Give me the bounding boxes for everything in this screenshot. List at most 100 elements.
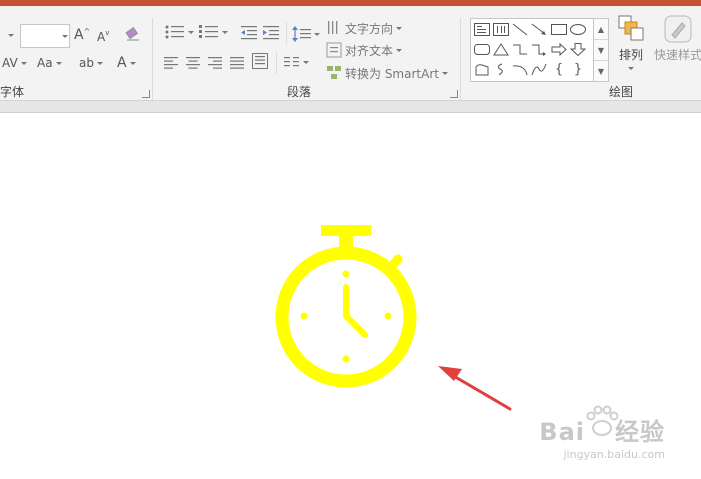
justify-button[interactable] — [230, 54, 246, 70]
oval-icon — [570, 24, 586, 35]
freeform-icon — [475, 64, 489, 76]
line-spacing-button[interactable] — [292, 24, 320, 44]
ribbon: A ^ Av AV Aa ab A 字体 文字方向 对齐文本 转换为 Smart… — [0, 6, 701, 102]
watermark-brand: Bai — [539, 418, 585, 446]
outdent-icon — [241, 26, 257, 40]
shape-scribble[interactable] — [492, 61, 510, 78]
arc-icon — [512, 65, 528, 76]
font-dialog-launcher[interactable] — [142, 90, 150, 98]
ribbon-bottom-border — [0, 101, 701, 113]
align-left-button[interactable] — [164, 54, 180, 70]
shape-right-arrow[interactable] — [550, 41, 568, 58]
group-separator — [152, 18, 153, 102]
align-left-icon — [164, 56, 178, 69]
distributed-button[interactable] — [252, 52, 270, 70]
character-spacing-button[interactable]: AV — [2, 54, 27, 72]
shape-triangle[interactable] — [492, 41, 510, 58]
font-size-field[interactable] — [20, 24, 70, 48]
shrink-font-button[interactable]: Av — [97, 28, 109, 46]
increase-indent-button[interactable] — [262, 24, 280, 42]
shape-elbow-connector[interactable] — [511, 41, 529, 58]
columns-button[interactable] — [284, 54, 310, 70]
columns-icon — [284, 56, 299, 66]
align-text-icon — [326, 42, 342, 58]
shape-vertical-textbox[interactable] — [492, 21, 510, 38]
clear-formatting-button[interactable] — [124, 24, 144, 44]
gallery-more-button[interactable]: ▼ — [594, 61, 608, 81]
textbox-icon — [474, 23, 490, 36]
decrease-indent-button[interactable] — [240, 24, 258, 42]
watermark-url: jingyan.baidu.com — [563, 448, 665, 461]
text-direction-icon — [328, 21, 338, 34]
drawing-group-label: 绘图 — [609, 85, 634, 99]
font-group-label: 字体 — [0, 85, 25, 99]
quick-styles-button[interactable]: 快速样式 — [652, 14, 701, 80]
baidu-jingyan-watermark: Bai 经验 jingyan.baidu.com — [539, 405, 665, 461]
convert-to-smartart-button[interactable]: 转换为 SmartArt — [326, 65, 448, 81]
toolbar-divider — [286, 22, 287, 44]
stopwatch-icon[interactable] — [275, 225, 417, 388]
slide-canvas[interactable]: Bai 经验 jingyan.baidu.com — [0, 113, 701, 479]
red-arrow-annotation — [438, 366, 512, 411]
shape-elbow-arrow[interactable] — [530, 41, 548, 58]
line-spacing-icon — [292, 26, 311, 42]
rounded-rectangle-icon — [474, 44, 490, 55]
watermark-brand-suffix: 经验 — [615, 418, 665, 446]
arrange-button[interactable]: 排列 — [614, 14, 648, 80]
shape-arrow-line[interactable] — [530, 21, 548, 38]
eraser-icon — [125, 27, 139, 41]
numbering-button[interactable] — [198, 22, 228, 42]
font-color-button[interactable]: A — [117, 53, 136, 73]
curve-icon — [531, 63, 547, 76]
line-icon — [512, 23, 528, 36]
shape-down-arrow[interactable] — [569, 41, 587, 58]
shape-oval[interactable] — [569, 21, 587, 38]
right-arrow-icon — [551, 43, 567, 56]
gallery-scroll-down[interactable]: ▼ — [594, 40, 608, 61]
scribble-icon — [497, 63, 503, 76]
shape-rectangle[interactable] — [550, 21, 568, 38]
font-name-dropdown[interactable] — [0, 26, 14, 44]
shapes-gallery[interactable]: { } ▲ ▼ ▼ — [470, 18, 609, 82]
triangle-icon — [493, 43, 509, 56]
quick-styles-icon — [664, 15, 692, 43]
elbow-connector-icon — [513, 44, 527, 55]
indent-icon — [263, 26, 279, 40]
arrow-line-icon — [531, 23, 546, 35]
shape-freeform[interactable] — [473, 61, 491, 78]
toolbar-divider — [276, 52, 277, 74]
numbered-list-icon — [199, 25, 218, 38]
paragraph-group-label: 段落 — [287, 85, 312, 99]
highlight-button[interactable]: ab — [79, 54, 103, 72]
gallery-scrollbar[interactable]: ▲ ▼ ▼ — [593, 19, 608, 81]
vertical-textbox-icon — [493, 23, 509, 36]
shape-left-brace[interactable]: { — [550, 61, 568, 78]
change-case-button[interactable]: Aa — [37, 54, 62, 72]
paragraph-dialog-launcher[interactable] — [450, 90, 458, 98]
bullet-list-icon — [165, 25, 184, 39]
shape-arc[interactable] — [511, 61, 529, 78]
align-right-icon — [208, 56, 222, 69]
arrange-icon — [618, 15, 644, 41]
align-center-icon — [186, 56, 200, 69]
shape-curve[interactable] — [530, 61, 548, 78]
shape-textbox[interactable] — [473, 21, 491, 38]
shape-rounded-rectangle[interactable] — [473, 41, 491, 58]
align-right-button[interactable] — [208, 54, 224, 70]
elbow-arrow-icon — [532, 44, 546, 56]
grow-font-button[interactable]: A ^ — [74, 26, 90, 44]
rectangle-icon — [551, 24, 567, 35]
shape-right-brace[interactable]: } — [569, 61, 587, 78]
align-center-button[interactable] — [186, 54, 202, 70]
smartart-icon — [327, 66, 341, 79]
justify-icon — [230, 56, 244, 69]
distributed-align-icon — [252, 53, 268, 69]
gallery-scroll-up[interactable]: ▲ — [594, 19, 608, 40]
bullets-button[interactable] — [164, 22, 194, 42]
text-direction-button[interactable]: 文字方向 — [326, 20, 403, 36]
group-separator — [460, 18, 461, 102]
shape-line[interactable] — [511, 21, 529, 38]
down-arrow-icon — [570, 43, 586, 56]
align-text-button[interactable]: 对齐文本 — [326, 42, 403, 58]
font-size-dropdown[interactable] — [57, 25, 69, 47]
